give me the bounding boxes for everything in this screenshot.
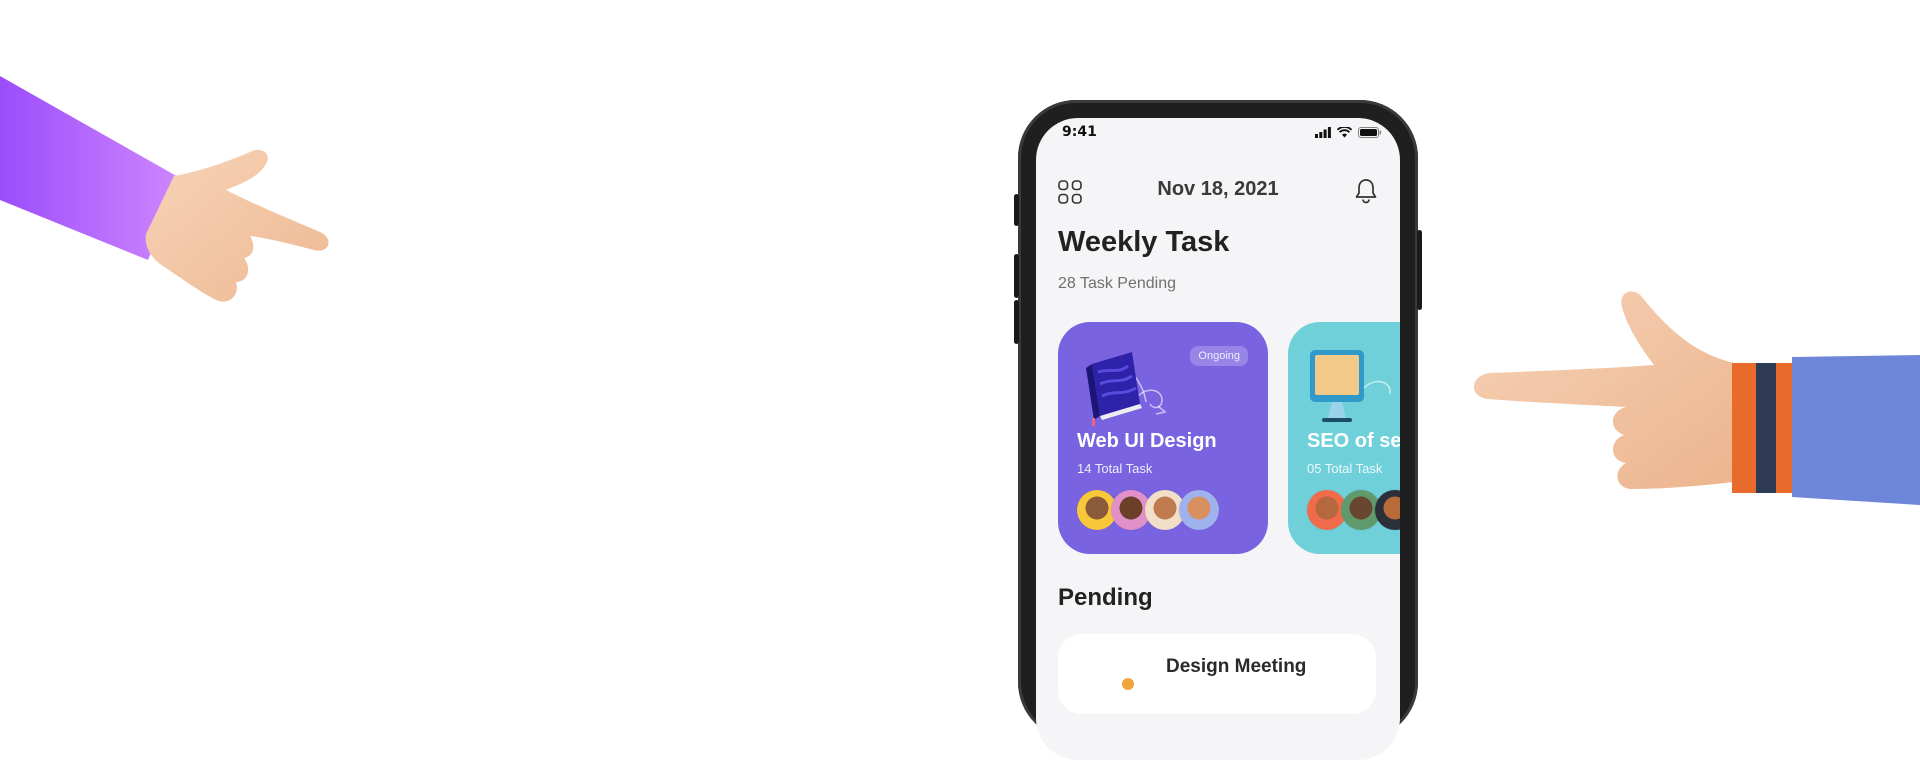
signal-icon (1315, 127, 1331, 138)
bell-icon[interactable] (1354, 178, 1378, 204)
battery-icon (1358, 127, 1382, 138)
monitor-icon (1310, 350, 1391, 422)
phone-screen: 9:41 Nov 18, 2021 Weekly Task 28 Task Pe… (1036, 118, 1400, 760)
pointing-hand-right-illustration (1473, 291, 1920, 505)
phone-volume-up-button (1014, 254, 1019, 298)
task-card-seo[interactable]: SEO of ser 05 Total Task (1288, 322, 1400, 554)
card-subtitle: 14 Total Task (1077, 461, 1153, 476)
pointing-hand-left-illustration (0, 76, 329, 302)
weekly-task-title: Weekly Task (1058, 226, 1230, 258)
card-title: SEO of ser (1307, 430, 1400, 452)
status-time: 9:41 (1062, 124, 1097, 140)
status-icons (1315, 127, 1382, 138)
wifi-icon (1337, 127, 1352, 138)
book-icon (1086, 352, 1167, 426)
header-date: Nov 18, 2021 (1157, 178, 1279, 200)
phone-volume-down-button (1014, 300, 1019, 344)
app-header: Nov 18, 2021 (1036, 170, 1400, 210)
pending-task-icon (1122, 678, 1134, 690)
status-bar: 9:41 (1036, 118, 1400, 152)
avatar (1375, 490, 1400, 530)
phone-mute-switch (1014, 194, 1019, 226)
phone-power-button (1417, 230, 1422, 310)
card-title: Web UI Design (1077, 430, 1217, 452)
avatar (1179, 490, 1219, 530)
pending-title: Pending (1058, 584, 1153, 611)
card-subtitle: 05 Total Task (1307, 461, 1383, 476)
phone-mockup: 9:41 Nov 18, 2021 Weekly Task 28 Task Pe… (1014, 100, 1422, 760)
pending-task-title: Design Meeting (1166, 656, 1307, 677)
status-badge: Ongoing (1190, 346, 1248, 366)
pending-task-item[interactable]: Design Meeting (1058, 634, 1376, 714)
weekly-task-subtitle: 28 Task Pending (1058, 275, 1177, 292)
task-card-web-ui-design[interactable]: Ongoing Web UI Design 14 Total Task (1058, 322, 1268, 554)
